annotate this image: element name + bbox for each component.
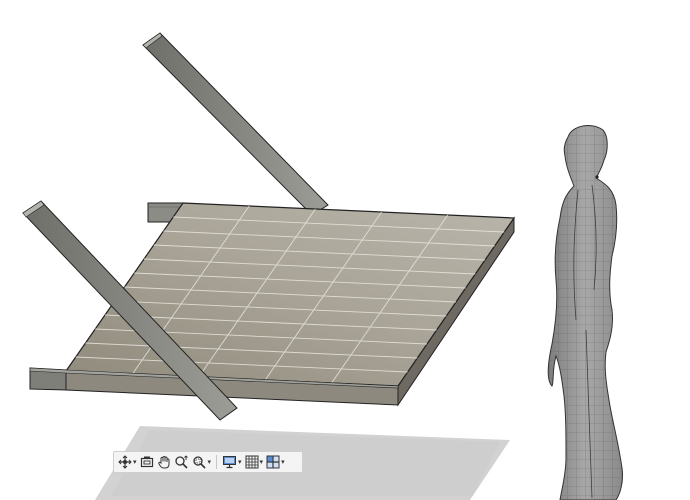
grid-icon xyxy=(245,455,259,469)
orbit-button[interactable]: ▾ xyxy=(117,453,138,471)
chevron-down-icon: ▾ xyxy=(207,458,212,466)
back-support-beam xyxy=(142,32,329,216)
viewports-icon xyxy=(266,455,280,469)
zoom-button[interactable] xyxy=(173,453,190,471)
orbit-icon xyxy=(118,455,132,469)
toolbar-divider xyxy=(216,455,218,469)
display-settings-icon xyxy=(223,456,237,469)
chevron-down-icon: ▾ xyxy=(259,458,264,466)
zoom-icon xyxy=(174,455,188,469)
grid-and-snaps-button[interactable]: ▾ xyxy=(244,453,265,471)
look-at-button[interactable] xyxy=(139,453,155,471)
pan-hand-icon xyxy=(157,455,170,469)
zoom-window-icon xyxy=(192,456,206,469)
navigation-toolbar: ▾ ▾ ▾ ▾ ▾ xyxy=(113,451,303,473)
look-at-icon xyxy=(140,456,153,468)
chevron-down-icon: ▾ xyxy=(238,458,242,466)
3d-viewport[interactable] xyxy=(0,0,690,500)
scene-canvas xyxy=(22,32,623,500)
chevron-down-icon: ▾ xyxy=(133,458,137,466)
human-figure-reference xyxy=(547,125,623,500)
chevron-down-icon: ▾ xyxy=(281,458,285,466)
viewports-button[interactable]: ▾ xyxy=(265,453,286,471)
pan-button[interactable] xyxy=(156,453,172,471)
solar-panel-surface xyxy=(64,202,516,387)
display-settings-button[interactable]: ▾ xyxy=(221,453,243,471)
fit-button[interactable]: ▾ xyxy=(191,453,213,471)
